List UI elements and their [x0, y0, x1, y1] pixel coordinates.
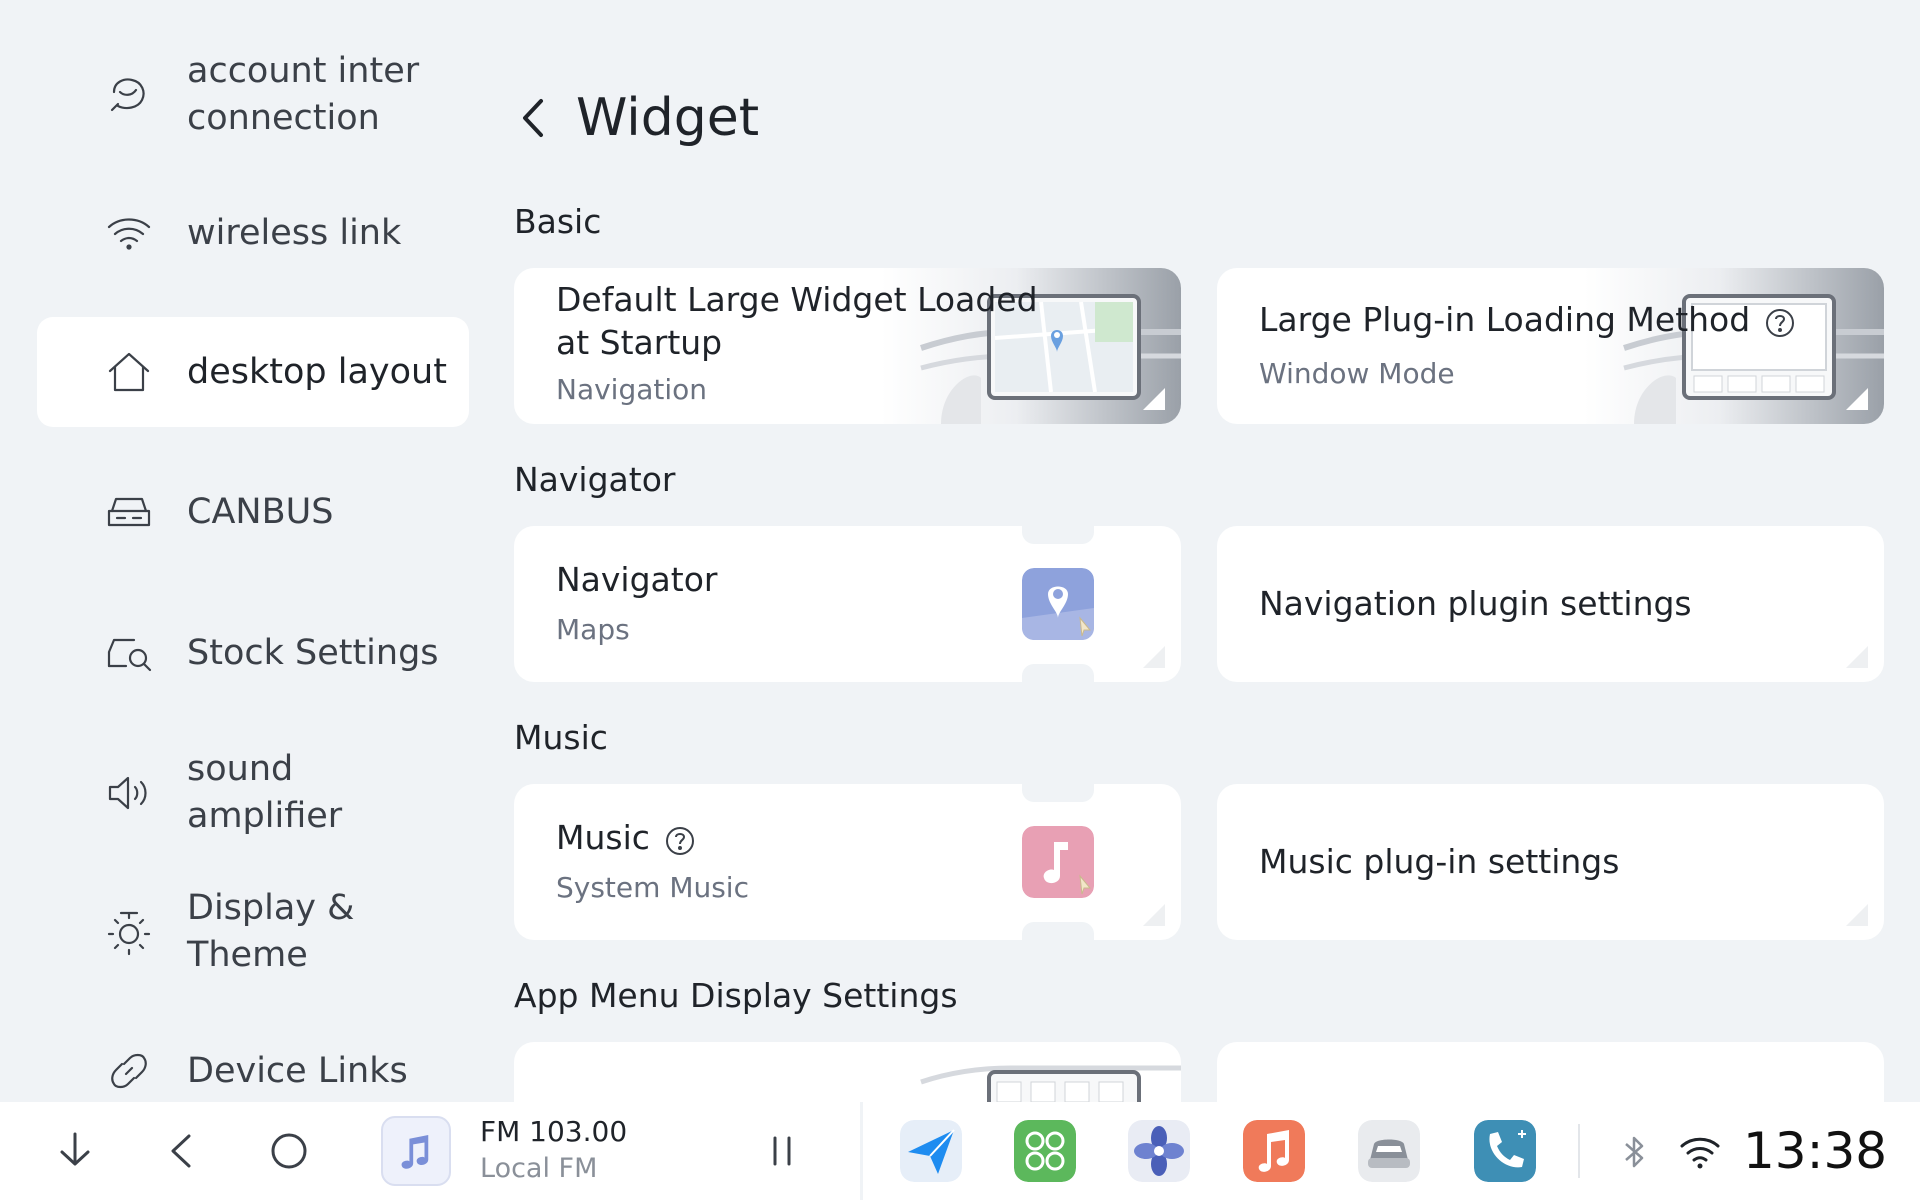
- help-icon[interactable]: [1764, 306, 1796, 338]
- card-title: Default Large Widget Loaded at Startup: [556, 280, 1038, 362]
- phone-app-icon[interactable]: [1474, 1120, 1536, 1182]
- page-title: Widget: [576, 88, 760, 148]
- wifi-status-icon: [1680, 1137, 1720, 1169]
- resize-corner-icon: [1842, 384, 1870, 412]
- pause-icon: [773, 1136, 791, 1166]
- card-title: Music plug-in settings: [1259, 842, 1620, 881]
- sidebar-item-label: CANBUS: [187, 491, 334, 532]
- navigator-card[interactable]: Navigator Maps: [514, 526, 1181, 682]
- account-link-icon: [103, 69, 155, 121]
- section-title-navigator: Navigator: [514, 460, 676, 499]
- sidebar-item-label: Device Links: [187, 1050, 408, 1091]
- sidebar-item-label: Display & Theme: [187, 888, 355, 975]
- bottom-bar: FM 103.00 Local FM 13:38: [0, 1102, 1920, 1200]
- sidebar-item-stock-settings[interactable]: Stock Settings: [37, 598, 469, 708]
- home-circle-icon: [271, 1133, 307, 1169]
- resize-corner-icon: [1139, 384, 1167, 412]
- sidebar-item-label: wireless link: [187, 212, 402, 253]
- sidebar: account inter connection wireless link d…: [0, 0, 480, 1102]
- default-large-widget-card[interactable]: Default Large Widget Loaded at Startup N…: [514, 268, 1181, 424]
- card-decoration: [1022, 526, 1094, 544]
- sidebar-item-account-inter-connection[interactable]: account inter connection: [37, 40, 469, 150]
- car-icon: [103, 486, 155, 538]
- navigation-plugin-settings-card[interactable]: Navigation plugin settings: [1217, 526, 1884, 682]
- home-nav-button[interactable]: [264, 1126, 314, 1176]
- sidebar-item-label: sound amplifier: [187, 749, 343, 836]
- card-value: Window Mode: [1259, 357, 1455, 390]
- music-app-icon: [1022, 826, 1094, 898]
- apps-grid-icon[interactable]: [1014, 1120, 1076, 1182]
- resize-corner-icon: [1842, 642, 1870, 670]
- navigation-app-icon[interactable]: [900, 1120, 962, 1182]
- sidebar-item-label: desktop layout: [187, 351, 447, 392]
- card-title-text: Music: [556, 818, 650, 857]
- chevron-left-icon: [523, 99, 543, 137]
- resize-corner-icon: [1139, 642, 1167, 670]
- card-decoration: [1022, 784, 1094, 802]
- back-button[interactable]: [515, 95, 551, 141]
- section-title-basic: Basic: [514, 202, 602, 241]
- card-title: Music: [556, 816, 696, 859]
- card-value: Maps: [556, 613, 630, 646]
- radio-station-subtitle: Local FM: [480, 1153, 598, 1184]
- sidebar-item-label: account inter connection: [187, 51, 420, 138]
- card-title-text: Large Plug-in Loading Method: [1259, 300, 1751, 339]
- chevron-down-icon: [60, 1132, 90, 1166]
- fan-icon[interactable]: [1128, 1120, 1190, 1182]
- sidebar-item-desktop-layout[interactable]: desktop layout: [37, 317, 469, 427]
- speaker-icon: [103, 767, 155, 819]
- card-title: Navigation plugin settings: [1259, 584, 1692, 623]
- home-icon: [103, 346, 155, 398]
- maps-app-icon: [1022, 568, 1094, 640]
- resize-corner-icon: [1139, 900, 1167, 928]
- card-decoration: [1022, 664, 1094, 682]
- help-icon[interactable]: [664, 824, 696, 856]
- card-title: Large Plug-in Loading Method: [1259, 298, 1796, 341]
- radio-station-title: FM 103.00: [480, 1115, 628, 1148]
- sidebar-item-wireless-link[interactable]: wireless link: [37, 178, 469, 288]
- card-value: Navigation: [556, 373, 708, 406]
- music-app-icon[interactable]: [1243, 1120, 1305, 1182]
- resize-corner-icon: [1842, 900, 1870, 928]
- dashboard-preview-image: [1584, 268, 1884, 424]
- music-card[interactable]: Music System Music: [514, 784, 1181, 940]
- divider: [860, 1102, 863, 1200]
- back-nav-button[interactable]: [157, 1126, 207, 1176]
- sidebar-item-label: Stock Settings: [187, 632, 439, 673]
- pause-button[interactable]: [757, 1126, 807, 1176]
- card-title: Navigator: [556, 560, 718, 599]
- collapse-button[interactable]: [50, 1126, 100, 1176]
- sidebar-item-display-theme[interactable]: Display & Theme: [37, 877, 469, 987]
- card-value: System Music: [556, 871, 749, 904]
- clock: 13:38: [1743, 1122, 1888, 1180]
- back-icon: [171, 1134, 191, 1168]
- sidebar-item-sound-amplifier[interactable]: sound amplifier: [37, 738, 469, 848]
- sidebar-item-canbus[interactable]: CANBUS: [37, 457, 469, 567]
- music-plugin-settings-card[interactable]: Music plug-in settings: [1217, 784, 1884, 940]
- divider: [1578, 1124, 1580, 1178]
- link-icon: [103, 1045, 155, 1097]
- car-app-icon[interactable]: [1358, 1120, 1420, 1182]
- large-plugin-loading-card[interactable]: Large Plug-in Loading Method Window Mode: [1217, 268, 1884, 424]
- card-decoration: [1022, 922, 1094, 940]
- brightness-icon: [103, 906, 155, 958]
- section-title-app-menu: App Menu Display Settings: [514, 976, 958, 1015]
- wifi-icon: [103, 207, 155, 259]
- section-title-music: Music: [514, 718, 608, 757]
- radio-music-icon[interactable]: [381, 1116, 451, 1186]
- car-settings-icon: [103, 627, 155, 679]
- bluetooth-icon: [1625, 1136, 1644, 1168]
